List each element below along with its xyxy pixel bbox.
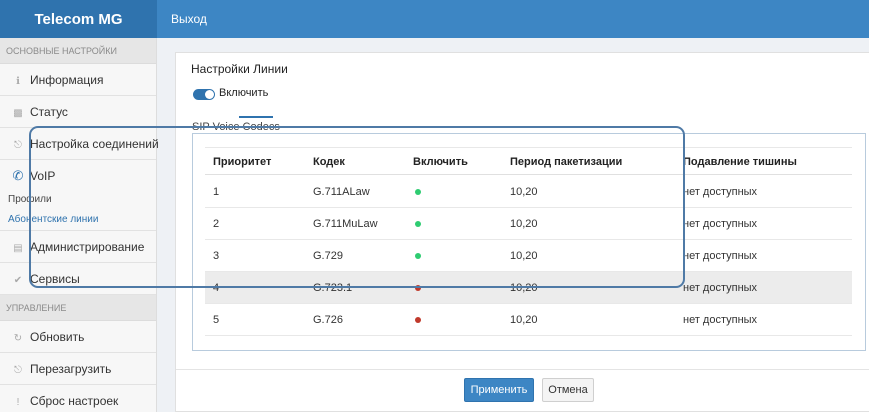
cell-silence-suppression: нет доступных (683, 282, 758, 294)
toggle-knob (205, 90, 214, 99)
cell-priority: 5 (213, 314, 220, 326)
column-header-codec: Кодек (313, 156, 345, 168)
cell-enabled (413, 282, 421, 294)
status-dot-icon[interactable] (415, 317, 421, 323)
table-row[interactable]: 3 G.729 10,20 нет доступных (205, 240, 852, 272)
column-header-silence-suppression: Подавление тишины (683, 156, 797, 168)
table-row[interactable]: 1 G.711ALaw 10,20 нет доступных (205, 176, 852, 208)
enable-toggle[interactable] (193, 89, 215, 100)
status-dot-icon[interactable] (415, 285, 421, 291)
sidebar-item-label: Настройка соединений (30, 137, 159, 151)
cell-silence-suppression: нет доступных (683, 250, 758, 262)
sidebar-item-administration[interactable]: ▤ Администрирование (0, 231, 156, 263)
sidebar-item-label: Перезагрузить (30, 362, 112, 376)
tab-sip-voice-codecs[interactable]: SIP Voice Codecs (192, 121, 280, 133)
cell-priority: 1 (213, 186, 220, 198)
cell-codec: G.711ALaw (313, 186, 370, 198)
admin-icon: ▤ (13, 243, 23, 254)
status-dot-icon[interactable] (415, 253, 421, 259)
line-settings-panel: Настройки Линии Включить SIP Voice Codec… (175, 52, 869, 412)
sidebar-item-factory-reset[interactable]: ! Сброс настроек (0, 385, 156, 412)
plug-icon: ⎋ (14, 140, 22, 151)
sidebar-item-label: Сервисы (30, 272, 80, 286)
sidebar-item-label: VoIP (30, 169, 56, 183)
cell-silence-suppression: нет доступных (683, 218, 758, 230)
sidebar-item-update[interactable]: ↻ Обновить (0, 321, 156, 353)
cell-silence-suppression: нет доступных (683, 314, 758, 326)
sidebar-subitem-profiles[interactable]: Профили (0, 190, 156, 210)
column-header-enabled: Включить (413, 156, 468, 168)
status-dot-icon[interactable] (415, 221, 421, 227)
sidebar-item-label: Обновить (30, 330, 85, 344)
sidebar-item-label: Администрирование (30, 240, 145, 254)
cell-priority: 3 (213, 250, 220, 262)
cell-packetization: 10,20 (510, 218, 538, 230)
tab-active-indicator (239, 116, 273, 118)
sidebar-subitem-subscriber-lines[interactable]: Абонентские линии (0, 210, 156, 231)
sidebar-item-info[interactable]: ℹ Информация (0, 64, 156, 96)
table-row[interactable]: 2 G.711MuLaw 10,20 нет доступных (205, 208, 852, 240)
codecs-table: Приоритет Кодек Включить Период пакетиза… (192, 133, 866, 351)
sidebar-item-label: Информация (30, 73, 104, 87)
sidebar-item-connections[interactable]: ⎋ Настройка соединений (0, 128, 159, 160)
sidebar: ОСНОВНЫЕ НАСТРОЙКИ ℹ Информация ▩ Статус ⎋… (0, 38, 159, 412)
cell-enabled (413, 218, 421, 230)
wrench-icon: ✔ (13, 275, 23, 286)
status-dot-icon[interactable] (415, 189, 421, 195)
cell-enabled (413, 186, 421, 198)
sidebar-section-main: ОСНОВНЫЕ НАСТРОЙКИ (0, 38, 156, 64)
cell-packetization: 10,20 (510, 186, 538, 198)
page-title: Настройки Линии (191, 62, 288, 76)
phone-icon: ✆ (12, 168, 24, 183)
chart-icon: ▩ (13, 108, 23, 119)
table-header: Приоритет Кодек Включить Период пакетиза… (205, 147, 852, 175)
cell-codec: G.723.1 (313, 282, 353, 294)
sidebar-item-label: Сброс настроек (30, 394, 119, 408)
enable-toggle-label: Включить (219, 87, 269, 99)
cell-packetization: 10,20 (510, 282, 538, 294)
refresh-icon: ↻ (13, 333, 23, 344)
exclamation-icon: ! (16, 397, 20, 408)
cell-priority: 4 (213, 282, 220, 294)
footer-divider (176, 369, 869, 370)
column-header-packetization: Период пакетизации (510, 156, 623, 168)
table-body: 1 G.711ALaw 10,20 нет доступных 2 G.711MuLaw 1… (205, 176, 852, 336)
apply-button[interactable]: Применить (464, 378, 534, 402)
cancel-button[interactable]: Отмена (542, 378, 594, 402)
table-row[interactable]: 4 G.723.1 10,20 нет доступных (205, 272, 852, 304)
cell-priority: 2 (213, 218, 220, 230)
cell-packetization: 10,20 (510, 250, 538, 262)
column-header-priority: Приоритет (213, 156, 272, 168)
brand-logo[interactable]: Telecom MG (0, 0, 157, 38)
logout-link[interactable]: Выход (171, 0, 207, 38)
sidebar-section-manage: УПРАВЛЕНИЕ (0, 295, 156, 321)
cell-codec: G.729 (313, 250, 343, 262)
sidebar-item-reboot[interactable]: ⎋ Перезагрузить (0, 353, 156, 385)
cell-enabled (413, 250, 421, 262)
sidebar-item-services[interactable]: ✔ Сервисы (0, 263, 156, 295)
top-bar: Telecom MG Выход (0, 0, 869, 38)
sidebar-item-voip[interactable]: ✆ VoIP (0, 160, 156, 190)
cell-codec: G.711MuLaw (313, 218, 378, 230)
cell-enabled (413, 314, 421, 326)
table-row[interactable]: 5 G.726 10,20 нет доступных (205, 304, 852, 336)
info-icon: ℹ (16, 76, 20, 87)
cell-silence-suppression: нет доступных (683, 186, 758, 198)
cell-codec: G.726 (313, 314, 343, 326)
sidebar-item-label: Статус (30, 105, 68, 119)
power-icon: ⎋ (14, 365, 22, 376)
sidebar-item-status[interactable]: ▩ Статус (0, 96, 156, 128)
cell-packetization: 10,20 (510, 314, 538, 326)
